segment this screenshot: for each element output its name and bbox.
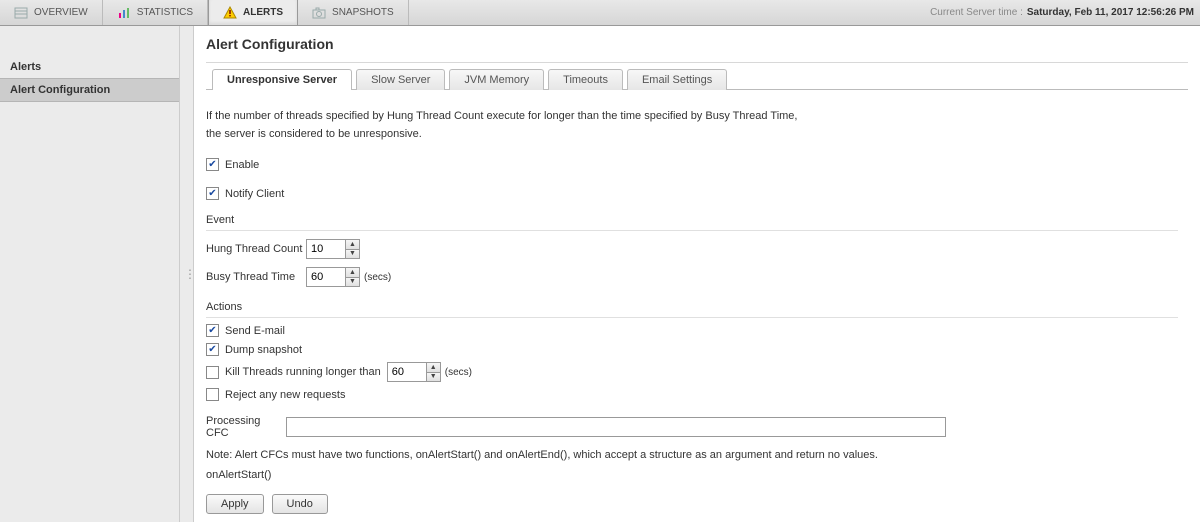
kill-threads-input[interactable] bbox=[388, 363, 426, 381]
processing-cfc-label: Processing CFC bbox=[206, 415, 286, 439]
kill-threads-label: Kill Threads running longer than bbox=[225, 366, 381, 378]
event-heading: Event bbox=[206, 214, 1178, 226]
description-line1: If the number of threads specified by Hu… bbox=[206, 110, 1178, 122]
server-time: Current Server time : Saturday, Feb 11, … bbox=[930, 0, 1200, 25]
hung-thread-count-input[interactable] bbox=[307, 240, 345, 258]
spinner-up-icon[interactable]: ▲ bbox=[346, 268, 359, 277]
spinner-down-icon[interactable]: ▼ bbox=[427, 372, 440, 382]
tabs: Unresponsive Server Slow Server JVM Memo… bbox=[212, 69, 1188, 90]
hung-thread-count-label: Hung Thread Count bbox=[206, 243, 306, 255]
send-email-checkbox[interactable] bbox=[206, 324, 219, 337]
dump-snapshot-label: Dump snapshot bbox=[225, 344, 302, 356]
tab-unresponsive-server[interactable]: Unresponsive Server bbox=[212, 69, 352, 90]
spinner-down-icon[interactable]: ▼ bbox=[346, 249, 359, 259]
notify-client-checkbox[interactable] bbox=[206, 187, 219, 200]
tab-email-settings[interactable]: Email Settings bbox=[627, 69, 727, 90]
busy-thread-time-label: Busy Thread Time bbox=[206, 271, 306, 283]
nav-statistics-label: STATISTICS bbox=[137, 7, 193, 18]
nav-overview[interactable]: OVERVIEW bbox=[0, 0, 103, 25]
spinner-down-icon[interactable]: ▼ bbox=[346, 277, 359, 287]
on-alert-start-label: onAlertStart() bbox=[206, 469, 1178, 481]
actions-heading: Actions bbox=[206, 301, 1178, 313]
nav-snapshots[interactable]: SNAPSHOTS bbox=[298, 0, 409, 25]
nav-alerts[interactable]: ALERTS bbox=[208, 0, 298, 25]
spinner-up-icon[interactable]: ▲ bbox=[346, 240, 359, 249]
server-time-value: Saturday, Feb 11, 2017 12:56:26 PM bbox=[1027, 7, 1194, 18]
nav-alerts-label: ALERTS bbox=[243, 7, 283, 18]
reject-requests-checkbox[interactable] bbox=[206, 388, 219, 401]
dump-snapshot-checkbox[interactable] bbox=[206, 343, 219, 356]
sidebar: Alerts Alert Configuration bbox=[0, 26, 180, 522]
cfc-note: Note: Alert CFCs must have two functions… bbox=[206, 449, 1178, 461]
overview-icon bbox=[14, 6, 28, 20]
page-title: Alert Configuration bbox=[206, 36, 1188, 52]
sidebar-item-alerts[interactable]: Alerts bbox=[0, 56, 179, 78]
alerts-icon bbox=[223, 6, 237, 20]
content-scroll[interactable]: If the number of threads specified by Hu… bbox=[206, 104, 1184, 488]
notify-client-label: Notify Client bbox=[225, 188, 284, 200]
tab-slow-server[interactable]: Slow Server bbox=[356, 69, 445, 90]
kill-threads-spinner[interactable]: ▲ ▼ bbox=[387, 362, 441, 382]
nav-statistics[interactable]: STATISTICS bbox=[103, 0, 208, 25]
kill-threads-unit: (secs) bbox=[445, 367, 472, 378]
sidebar-item-alert-configuration[interactable]: Alert Configuration bbox=[0, 78, 179, 102]
processing-cfc-input[interactable] bbox=[286, 417, 946, 437]
description-line2: the server is considered to be unrespons… bbox=[206, 128, 1178, 140]
divider bbox=[206, 62, 1188, 63]
kill-threads-checkbox[interactable] bbox=[206, 366, 219, 379]
top-nav: OVERVIEW STATISTICS ALERTS SNAPSHOTS Cur… bbox=[0, 0, 1200, 26]
tab-timeouts[interactable]: Timeouts bbox=[548, 69, 623, 90]
nav-snapshots-label: SNAPSHOTS bbox=[332, 7, 394, 18]
apply-button[interactable]: Apply bbox=[206, 494, 264, 514]
enable-checkbox[interactable] bbox=[206, 158, 219, 171]
main-panel: Alert Configuration Unresponsive Server … bbox=[194, 26, 1200, 522]
busy-thread-time-unit: (secs) bbox=[364, 272, 391, 283]
reject-requests-label: Reject any new requests bbox=[225, 389, 345, 401]
enable-label: Enable bbox=[225, 159, 259, 171]
busy-thread-time-input[interactable] bbox=[307, 268, 345, 286]
spinner-up-icon[interactable]: ▲ bbox=[427, 363, 440, 372]
undo-button[interactable]: Undo bbox=[272, 494, 328, 514]
splitter-handle[interactable] bbox=[180, 26, 194, 522]
tab-jvm-memory[interactable]: JVM Memory bbox=[449, 69, 544, 90]
send-email-label: Send E-mail bbox=[225, 325, 285, 337]
snapshots-icon bbox=[312, 6, 326, 20]
nav-overview-label: OVERVIEW bbox=[34, 7, 88, 18]
statistics-icon bbox=[117, 6, 131, 20]
busy-thread-time-spinner[interactable]: ▲ ▼ bbox=[306, 267, 360, 287]
server-time-label: Current Server time : bbox=[930, 7, 1023, 18]
hung-thread-count-spinner[interactable]: ▲ ▼ bbox=[306, 239, 360, 259]
